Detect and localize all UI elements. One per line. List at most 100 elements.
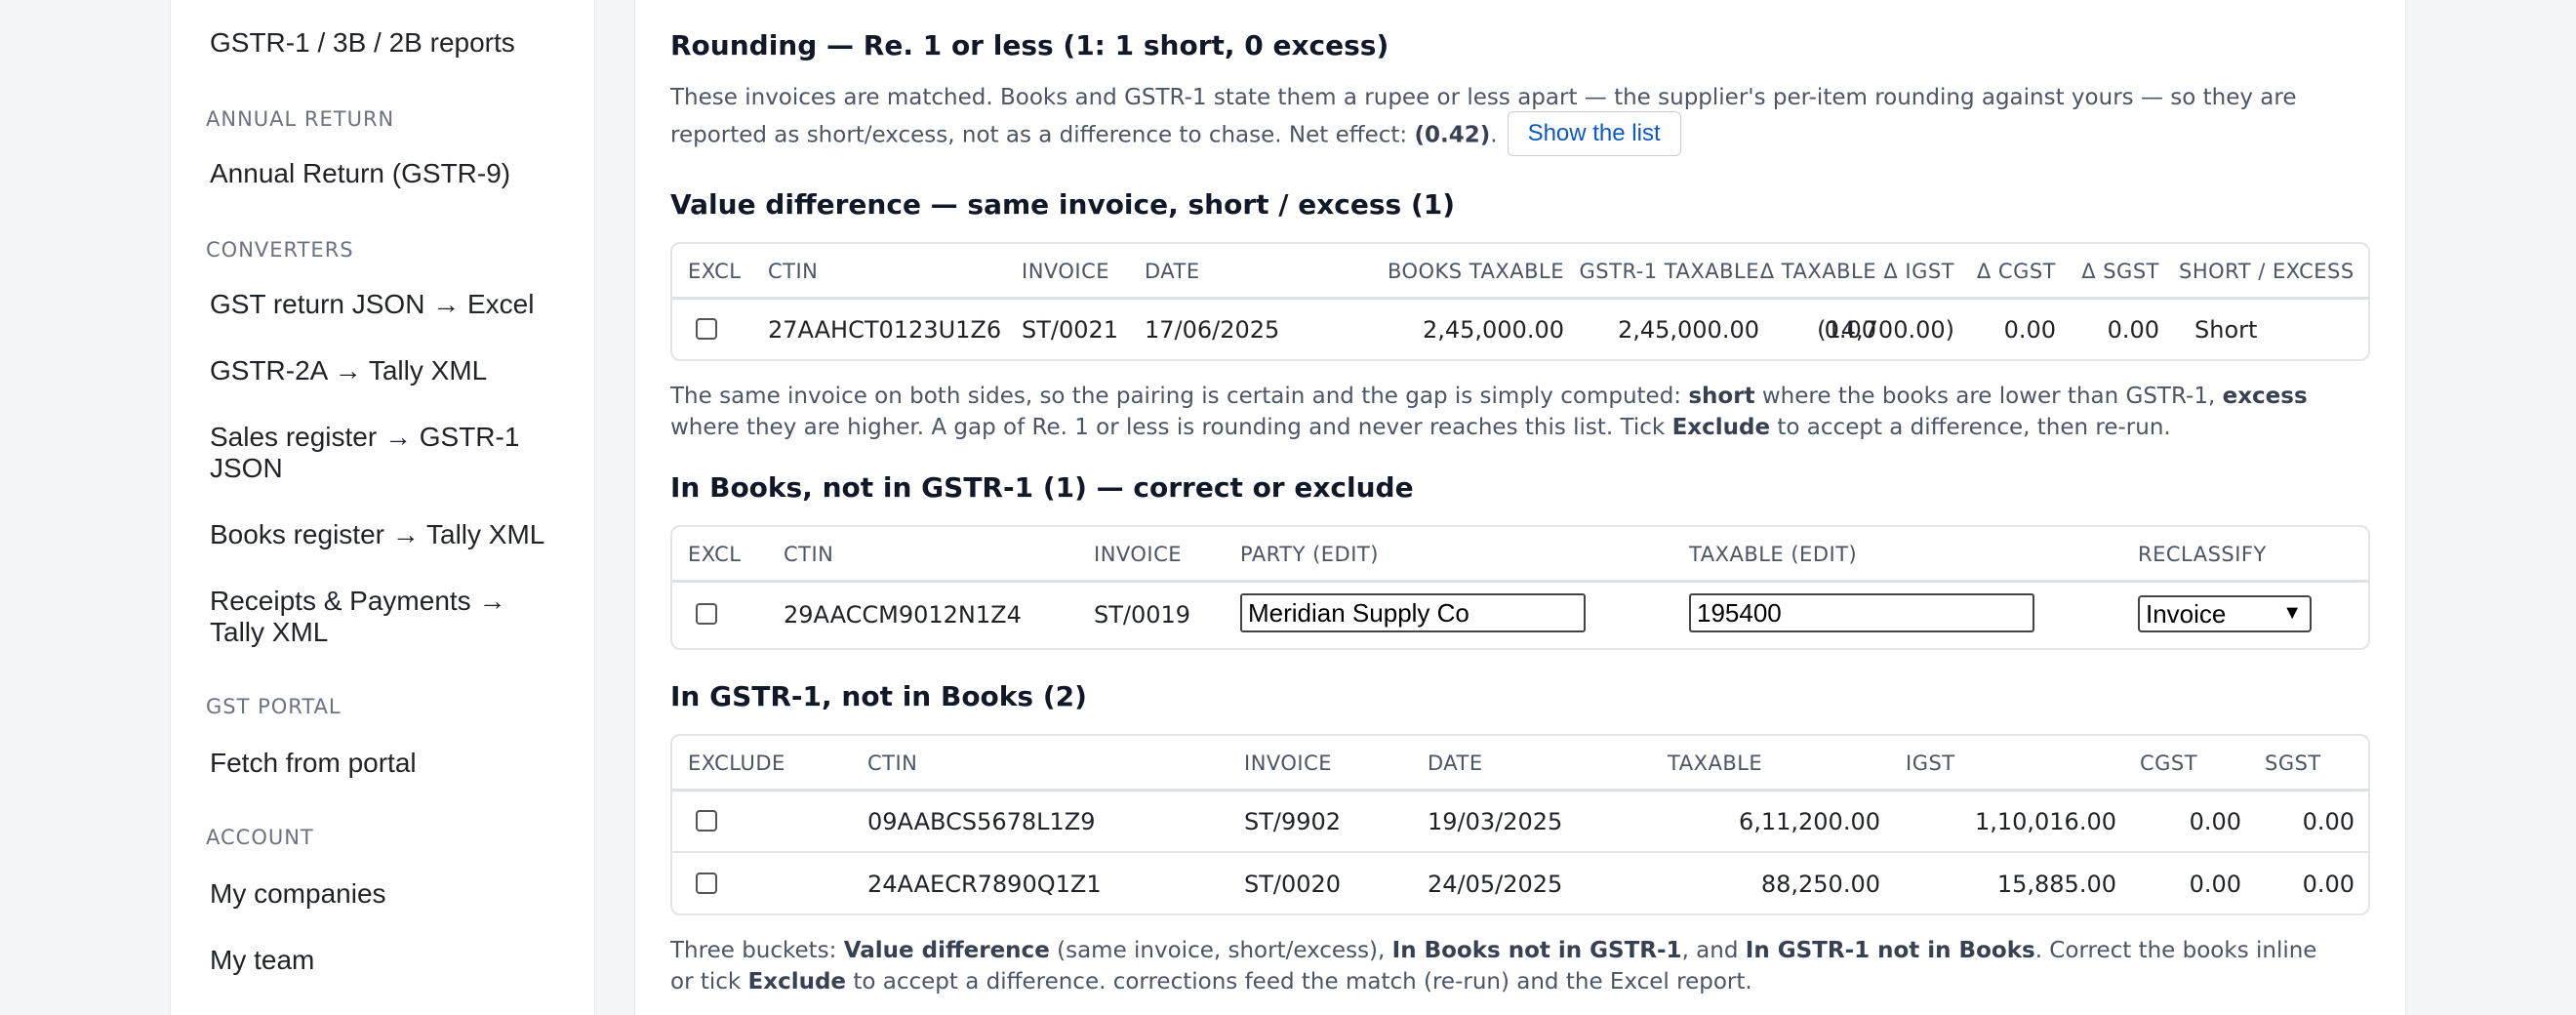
col-date: DATE xyxy=(1428,751,1483,775)
cell-taxable: 88,250.00 xyxy=(1760,871,1880,898)
col-taxable: TAXABLE xyxy=(1668,751,1763,775)
cell-invoice: ST/9902 xyxy=(1244,808,1342,835)
note-text: (same invoice, short/excess), xyxy=(1049,938,1392,963)
note-text: where the books are lower than GSTR-1, xyxy=(1754,384,2223,409)
main-content: Rounding — Re. 1 or less (1: 1 short, 0 … xyxy=(634,0,2406,1015)
cell-gstr1-taxable: 2,45,000.00 xyxy=(1617,316,1759,344)
cell-short-excess: Short xyxy=(2194,316,2258,344)
sidebar-item-gstr2a-tally[interactable]: GSTR-2A → Tally XML xyxy=(210,355,581,386)
cell-ctin: 29AACCM9012N1Z4 xyxy=(784,601,1022,629)
note-text: , and xyxy=(1681,938,1746,963)
taxable-input[interactable]: 195400 xyxy=(1689,593,2034,632)
cell-date: 24/05/2025 xyxy=(1428,871,1563,898)
note-bold: Exclude xyxy=(1671,415,1771,440)
party-name-input[interactable]: Meridian Supply Co xyxy=(1240,593,1586,632)
sidebar-item-sales-register[interactable]: Sales register → GSTR-1 JSON xyxy=(210,422,542,484)
note-text: Three buckets: xyxy=(670,938,844,963)
sidebar-item-receipts-payments[interactable]: Receipts & Payments → Tally XML xyxy=(210,586,532,648)
col-gstr1-taxable: GSTR-1 TAXABLE xyxy=(1579,260,1759,283)
cell-taxable: 6,11,200.00 xyxy=(1738,808,1880,835)
note-bold: excess xyxy=(2222,384,2308,409)
note-bold: In GSTR-1 not in Books xyxy=(1745,938,2035,963)
note-text: to accept a difference. corrections feed… xyxy=(846,969,1752,995)
cell-delta-igst: (14,700.00) xyxy=(1817,316,1954,344)
reclassify-select[interactable]: Invoice ▼ xyxy=(2138,595,2312,632)
sidebar-item-fetch-portal[interactable]: Fetch from portal xyxy=(210,748,581,779)
sidebar-item-my-companies[interactable]: My companies xyxy=(210,878,581,910)
note-bold: short xyxy=(1688,384,1755,409)
col-books-taxable: BOOKS TAXABLE xyxy=(1387,260,1564,283)
show-list-button[interactable]: Show the list xyxy=(1507,111,1681,156)
col-date: DATE xyxy=(1145,260,1200,283)
col-delta-cgst: Δ CGST xyxy=(1976,260,2056,283)
col-excl: EXCL xyxy=(688,543,742,566)
in-gstr1-title: In GSTR-1, not in Books (2) xyxy=(670,680,1087,712)
note-bold: Exclude xyxy=(747,969,847,995)
cell-invoice: ST/0021 xyxy=(1022,316,1119,344)
sidebar-item-gstr-reports[interactable]: GSTR-1 / 3B / 2B reports xyxy=(210,27,581,59)
header-divider xyxy=(672,580,2368,583)
cell-date: 17/06/2025 xyxy=(1145,316,1280,344)
net-effect-value: (0.42) xyxy=(1414,122,1491,148)
cell-delta-cgst: 0.00 xyxy=(2003,316,2056,344)
col-ctin: CTIN xyxy=(784,543,834,566)
sidebar: GSTR-1 / 3B / 2B reports ANNUAL RETURN A… xyxy=(170,0,595,1015)
col-short-excess: SHORT / EXCESS xyxy=(2179,260,2355,283)
in-books-table: EXCL CTIN INVOICE PARTY (EDIT) TAXABLE (… xyxy=(670,525,2370,650)
sidebar-section-converters: CONVERTERS xyxy=(206,238,354,262)
rounding-description: These invoices are matched. Books and GS… xyxy=(670,82,2329,158)
col-invoice: INVOICE xyxy=(1244,751,1333,775)
cell-igst: 1,10,016.00 xyxy=(1974,808,2116,835)
exclude-checkbox[interactable] xyxy=(696,810,717,832)
col-reclassify: RECLASSIFY xyxy=(2138,543,2267,566)
col-exclude: EXCLUDE xyxy=(688,751,785,775)
value-diff-table: EXCL CTIN INVOICE DATE BOOKS TAXABLE GST… xyxy=(670,242,2370,361)
sidebar-item-books-register[interactable]: Books register → Tally XML xyxy=(210,519,581,550)
rounding-title: Rounding — Re. 1 or less (1: 1 short, 0 … xyxy=(670,29,1389,61)
col-sgst: SGST xyxy=(2265,751,2321,775)
exclude-checkbox[interactable] xyxy=(696,603,717,625)
cell-sgst: 0.00 xyxy=(2302,871,2355,898)
sidebar-item-json-excel[interactable]: GST return JSON → Excel xyxy=(210,289,581,320)
col-cgst: CGST xyxy=(2140,751,2198,775)
cell-invoice: ST/0019 xyxy=(1094,601,1191,629)
cell-cgst: 0.00 xyxy=(2189,808,2241,835)
cell-delta-sgst: 0.00 xyxy=(2107,316,2159,344)
value-diff-title: Value difference — same invoice, short /… xyxy=(670,188,1456,221)
cell-ctin: 09AABCS5678L1Z9 xyxy=(867,808,1096,835)
cell-ctin: 24AAECR7890Q1Z1 xyxy=(867,871,1102,898)
note-text: The same invoice on both sides, so the p… xyxy=(670,384,1689,409)
col-delta-sgst: Δ SGST xyxy=(2081,260,2159,283)
col-delta-igst: Δ IGST xyxy=(1883,260,1954,283)
note-text: to accept a difference, then re-run. xyxy=(1770,415,2171,440)
rounding-period: . xyxy=(1490,122,1498,148)
exclude-checkbox[interactable] xyxy=(696,318,717,340)
cell-invoice: ST/0020 xyxy=(1244,871,1342,898)
row-divider xyxy=(672,851,2368,853)
sidebar-section-account: ACCOUNT xyxy=(206,826,314,849)
footer-note: Three buckets: Value difference (same in… xyxy=(670,935,2329,997)
col-excl: EXCL xyxy=(688,260,742,283)
col-invoice: INVOICE xyxy=(1022,260,1110,283)
col-taxable-edit: TAXABLE (EDIT) xyxy=(1689,543,1858,566)
col-ctin: CTIN xyxy=(867,751,918,775)
reclassify-value: Invoice xyxy=(2146,599,2227,629)
cell-date: 19/03/2025 xyxy=(1428,808,1563,835)
header-divider xyxy=(672,789,2368,792)
in-books-title: In Books, not in GSTR-1 (1) — correct or… xyxy=(670,471,1414,504)
cell-igst: 15,885.00 xyxy=(1996,871,2116,898)
sidebar-section-annual-return: ANNUAL RETURN xyxy=(206,107,395,131)
col-invoice: INVOICE xyxy=(1094,543,1183,566)
cell-cgst: 0.00 xyxy=(2189,871,2241,898)
sidebar-item-my-team[interactable]: My team xyxy=(210,945,581,976)
note-bold: In Books not in GSTR-1 xyxy=(1391,938,1682,963)
col-delta-taxable: Δ TAXABLE xyxy=(1759,260,1876,283)
cell-ctin: 27AAHCT0123U1Z6 xyxy=(768,316,1002,344)
sidebar-item-annual-return[interactable]: Annual Return (GSTR-9) xyxy=(210,158,581,189)
col-igst: IGST xyxy=(1906,751,1955,775)
sidebar-section-gst-portal: GST PORTAL xyxy=(206,695,342,718)
exclude-checkbox[interactable] xyxy=(696,873,717,894)
col-party-edit: PARTY (EDIT) xyxy=(1240,543,1379,566)
note-bold: Value difference xyxy=(843,938,1050,963)
value-diff-note: The same invoice on both sides, so the p… xyxy=(670,381,2329,443)
